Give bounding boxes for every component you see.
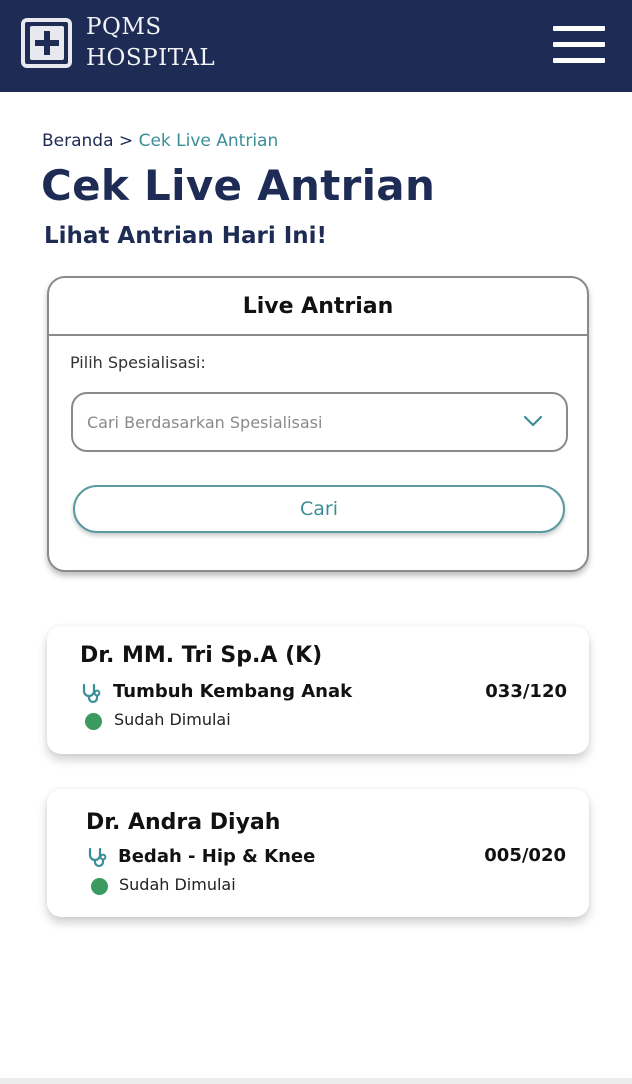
status-dot: [85, 713, 102, 730]
hospital-logo-icon[interactable]: [21, 18, 72, 68]
bottom-divider: [0, 1078, 632, 1084]
doctor-queue-card[interactable]: Dr. Andra Diyah Bedah - Hip & Knee Sudah…: [47, 789, 589, 917]
doctor-status: Sudah Dimulai: [114, 710, 231, 729]
breadcrumb-current: Cek Live Antrian: [138, 131, 279, 151]
stethoscope-icon: [82, 683, 101, 704]
specialization-select[interactable]: Cari Berdasarkan Spesialisasi: [71, 392, 568, 452]
live-queue-card: Live Antrian Pilih Spesialisasi: Cari Be…: [47, 276, 589, 572]
search-button[interactable]: Cari: [73, 485, 565, 533]
doctor-name: Dr. MM. Tri Sp.A (K): [80, 643, 323, 668]
breadcrumb-home-link[interactable]: Beranda: [42, 131, 114, 151]
queue-number: 033/120: [485, 681, 567, 702]
stethoscope-icon: [88, 847, 107, 868]
specialization-label: Pilih Spesialisasi:: [70, 353, 206, 372]
live-queue-card-title: Live Antrian: [49, 278, 587, 336]
doctor-queue-card[interactable]: Dr. MM. Tri Sp.A (K) Tumbuh Kembang Anak…: [47, 626, 589, 754]
brand-line-1: PQMS: [86, 14, 162, 40]
doctor-specialization: Tumbuh Kembang Anak: [113, 681, 353, 702]
status-dot: [91, 878, 108, 895]
plus-cross-icon: [29, 26, 64, 60]
specialization-select-placeholder: Cari Berdasarkan Spesialisasi: [87, 413, 323, 432]
hamburger-menu-icon[interactable]: [553, 26, 605, 64]
queue-number: 005/020: [484, 845, 566, 866]
doctor-status: Sudah Dimulai: [119, 875, 236, 894]
app-header: PQMS HOSPITAL: [0, 0, 632, 92]
page-title: Cek Live Antrian: [41, 161, 436, 210]
page-subtitle: Lihat Antrian Hari Ini!: [44, 223, 328, 249]
breadcrumb: Beranda > Cek Live Antrian: [42, 131, 278, 151]
brand-line-2: HOSPITAL: [86, 45, 216, 71]
breadcrumb-separator: >: [118, 131, 134, 151]
doctor-name: Dr. Andra Diyah: [86, 810, 281, 835]
hospital-brand[interactable]: PQMS HOSPITAL: [86, 12, 215, 74]
doctor-specialization: Bedah - Hip & Knee: [118, 846, 316, 867]
chevron-down-icon: [523, 415, 543, 427]
